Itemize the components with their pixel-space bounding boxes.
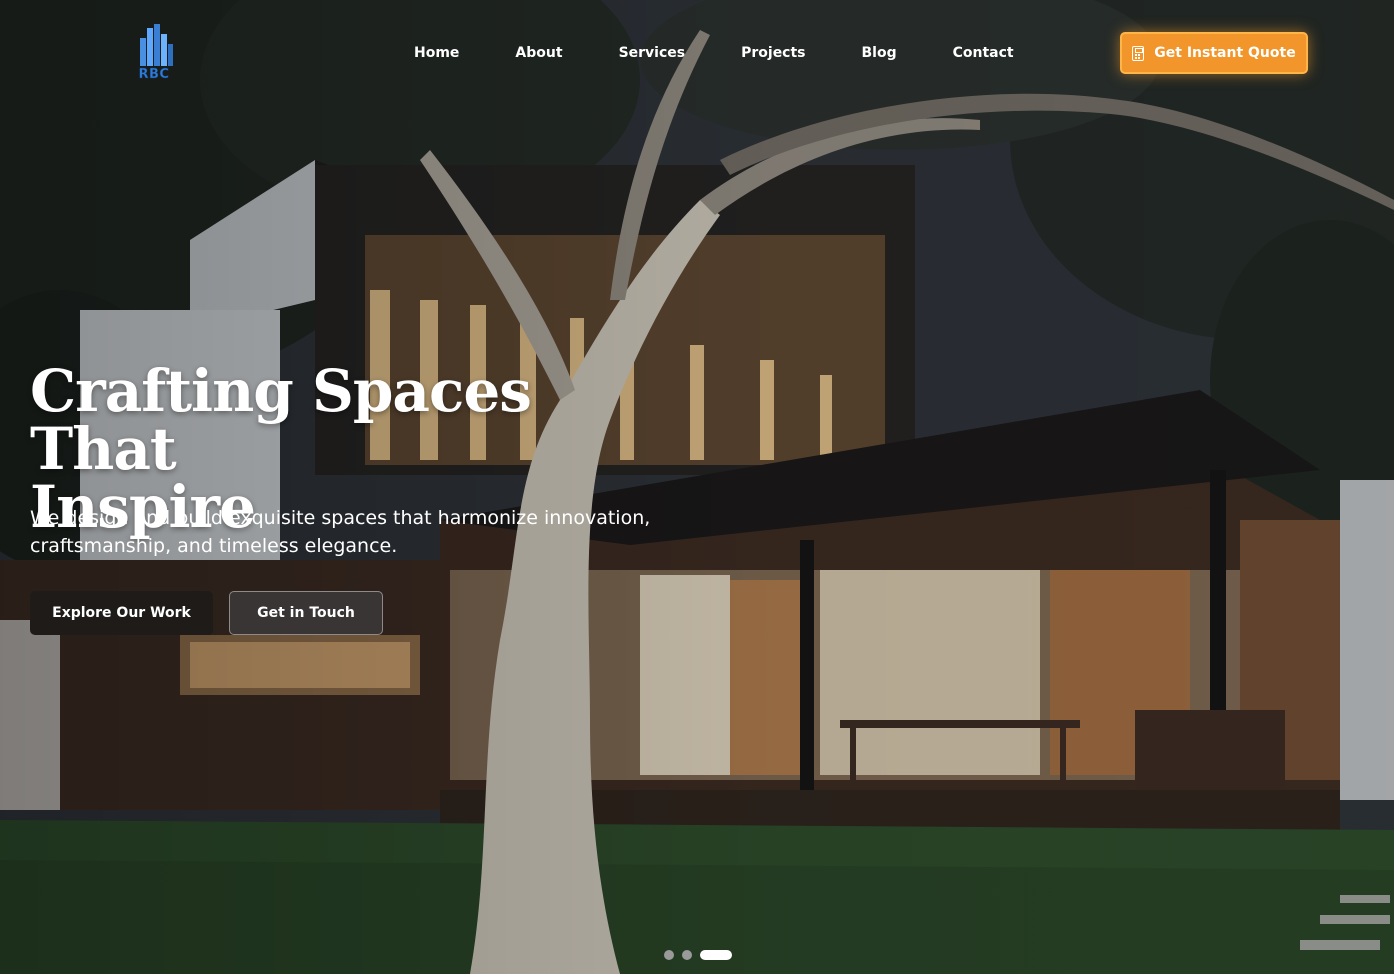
main-nav: Home About Services Projects Blog Contac… <box>414 44 1070 62</box>
nav-blog[interactable]: Blog <box>862 44 897 62</box>
nav-contact[interactable]: Contact <box>953 44 1014 62</box>
brand-logo[interactable]: RBC <box>132 24 176 82</box>
nav-projects[interactable]: Projects <box>741 44 805 62</box>
nav-about[interactable]: About <box>515 44 562 62</box>
hero-section: RBC Home About Services Projects Blog Co… <box>0 0 1394 974</box>
carousel-dot-1[interactable] <box>664 950 674 960</box>
carousel-dot-2[interactable] <box>682 950 692 960</box>
calculator-icon <box>1132 45 1145 61</box>
hero-subtitle: We design and build exquisite spaces tha… <box>30 507 651 557</box>
quote-button-label: Get Instant Quote <box>1154 45 1296 61</box>
building-logo-icon <box>140 24 173 66</box>
explore-our-work-button[interactable]: Explore Our Work <box>30 591 213 635</box>
carousel-dot-3-active[interactable] <box>700 950 732 960</box>
carousel-dots <box>664 950 732 960</box>
get-in-touch-button[interactable]: Get in Touch <box>229 591 383 635</box>
get-instant-quote-button[interactable]: Get Instant Quote <box>1120 32 1308 74</box>
hero-title-line1: Crafting Spaces That <box>30 357 532 483</box>
brand-logo-text: RBC <box>138 67 170 82</box>
nav-home[interactable]: Home <box>414 44 459 62</box>
nav-services[interactable]: Services <box>619 44 686 62</box>
